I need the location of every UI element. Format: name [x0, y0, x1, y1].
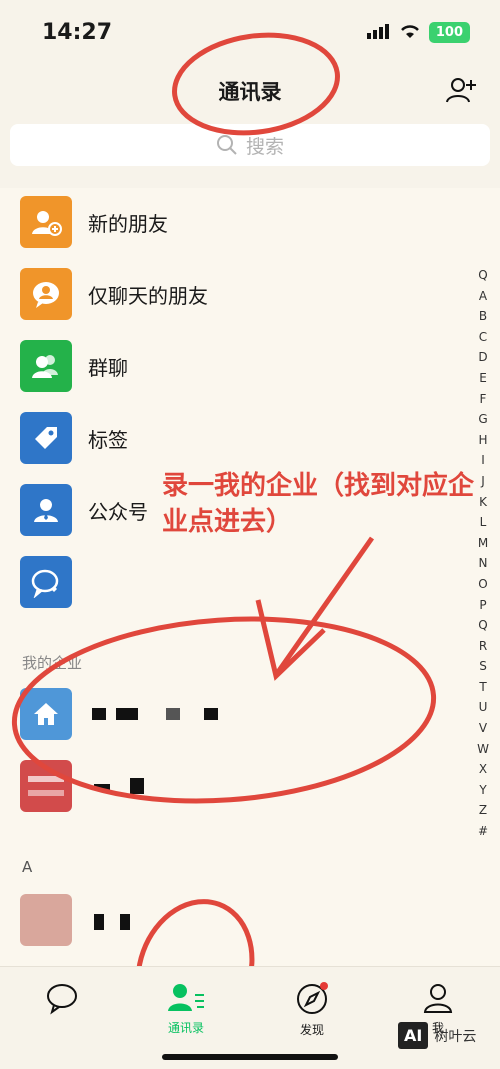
home-indicator	[162, 1054, 338, 1060]
tab-contacts[interactable]: 通讯录	[146, 981, 226, 1036]
contacts-icon	[168, 984, 204, 1011]
tab-chats[interactable]	[22, 981, 102, 1019]
tab-label: 发现	[299, 1023, 324, 1037]
compass-icon	[297, 982, 328, 1014]
annotation-note: 录一我的企业（找到对应企业点进去）	[162, 471, 475, 537]
tab-label: 通讯录	[167, 1021, 204, 1035]
watermark-logo: AI	[398, 1022, 429, 1049]
watermark: AI 树叶云	[398, 1022, 476, 1049]
tab-discover[interactable]: 发现	[272, 981, 352, 1038]
chat-bubble-icon	[47, 984, 77, 1015]
watermark-text: 树叶云	[434, 1028, 477, 1045]
person-icon	[423, 984, 453, 1013]
